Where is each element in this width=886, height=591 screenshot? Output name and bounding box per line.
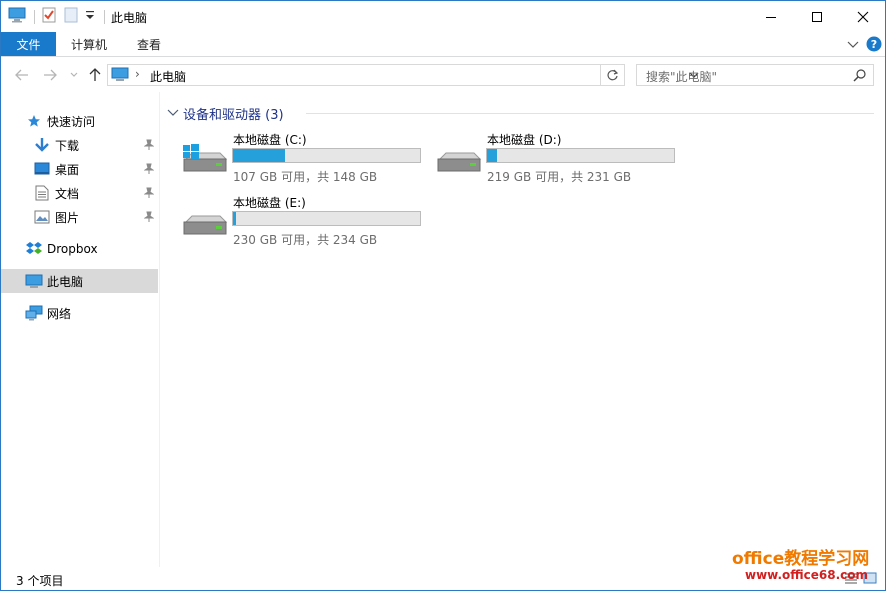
sidebar-item-network[interactable]: 网络	[1, 301, 158, 325]
pin-icon[interactable]	[143, 139, 155, 154]
sidebar-item-label: 快速访问	[47, 114, 96, 129]
drive-c[interactable]: 本地磁盘 (C:) 107 GB 可用，共 148 GB	[182, 131, 432, 187]
up-arrow-icon[interactable]	[86, 66, 104, 84]
group-title: 设备和驱动器 (3)	[183, 107, 284, 123]
drive-d[interactable]: 本地磁盘 (D:) 219 GB 可用，共 231 GB	[436, 131, 686, 187]
ribbon-tabs: 文件 计算机 查看 ?	[1, 32, 885, 57]
new-folder-icon[interactable]	[64, 7, 78, 23]
drive-usage-fill	[233, 149, 285, 162]
watermark-title: office教程学习网	[732, 549, 870, 569]
system-drive-icon	[182, 141, 228, 180]
hard-drive-icon	[182, 204, 228, 243]
pin-icon[interactable]	[143, 187, 155, 202]
sidebar-item-quick-access[interactable]: 快速访问	[1, 109, 158, 133]
tab-view[interactable]: 查看	[137, 32, 161, 56]
pin-icon[interactable]	[143, 163, 155, 178]
explorer-window: 此电脑 文件 计算机 查看 ? › 此电脑 搜索"此电脑" 快速访问 下载 桌面…	[0, 0, 886, 591]
sidebar-item-documents[interactable]: 文档	[1, 181, 158, 205]
svg-text:?: ?	[871, 38, 877, 51]
customize-toolbar-chevron-icon[interactable]	[85, 9, 95, 21]
sidebar-item-label: Dropbox	[47, 242, 98, 256]
tab-computer[interactable]: 计算机	[71, 32, 107, 56]
this-pc-icon	[111, 67, 129, 85]
network-icon	[25, 305, 43, 324]
drive-name: 本地磁盘 (C:)	[233, 133, 307, 147]
search-input[interactable]: 搜索"此电脑"	[636, 64, 874, 86]
drive-usage-bar	[232, 211, 421, 226]
this-pc-app-icon[interactable]	[8, 7, 26, 23]
drive-free-space: 230 GB 可用，共 234 GB	[233, 233, 378, 247]
search-placeholder: 搜索"此电脑"	[646, 70, 718, 84]
navigation-bar: › 此电脑 搜索"此电脑"	[1, 58, 885, 92]
toolbar-divider	[104, 10, 105, 24]
item-count: 3 个项目	[16, 574, 64, 588]
collapse-chevron-icon[interactable]	[167, 108, 179, 118]
drive-free-space: 219 GB 可用，共 231 GB	[487, 170, 632, 184]
drive-usage-bar	[232, 148, 421, 163]
drive-usage-fill	[233, 212, 237, 225]
search-icon[interactable]	[853, 68, 867, 85]
help-icon[interactable]: ?	[866, 36, 882, 55]
drive-name: 本地磁盘 (D:)	[487, 133, 562, 147]
this-pc-icon	[25, 274, 43, 292]
watermark-url: www.office68.com	[745, 568, 869, 582]
drive-e[interactable]: 本地磁盘 (E:) 230 GB 可用，共 234 GB	[182, 194, 432, 250]
minimize-button[interactable]	[748, 1, 794, 32]
sidebar-item-label: 下载	[55, 138, 80, 153]
refresh-button[interactable]	[601, 64, 625, 86]
forward-arrow-icon[interactable]	[41, 66, 59, 84]
drive-name: 本地磁盘 (E:)	[233, 196, 306, 210]
sidebar-item-label: 网络	[47, 306, 72, 321]
breadcrumb-this-pc[interactable]: 此电脑	[150, 68, 186, 85]
properties-icon[interactable]	[41, 7, 57, 23]
sidebar-item-desktop[interactable]: 桌面	[1, 157, 158, 181]
window-title: 此电脑	[111, 11, 148, 25]
drive-free-space: 107 GB 可用，共 148 GB	[233, 170, 378, 184]
breadcrumb-chevron-icon[interactable]: ›	[135, 67, 140, 81]
sidebar-item-downloads[interactable]: 下载	[1, 133, 158, 157]
star-icon	[27, 114, 41, 131]
sidebar-item-label: 桌面	[55, 162, 80, 177]
desktop-icon	[34, 162, 50, 179]
tab-file[interactable]: 文件	[1, 32, 56, 56]
group-divider	[306, 113, 874, 114]
expand-ribbon-chevron-icon[interactable]	[847, 39, 859, 53]
back-arrow-icon[interactable]	[13, 66, 31, 84]
recent-locations-chevron-icon[interactable]	[65, 66, 83, 84]
refresh-icon	[607, 69, 619, 80]
group-header-devices[interactable]: 设备和驱动器 (3)	[167, 103, 284, 123]
download-arrow-icon	[34, 137, 50, 156]
toolbar-divider	[34, 10, 35, 24]
close-button[interactable]	[840, 1, 886, 32]
address-bar[interactable]: › 此电脑	[107, 64, 699, 86]
sidebar-item-pictures[interactable]: 图片	[1, 205, 158, 229]
maximize-button[interactable]	[794, 1, 840, 32]
sidebar-item-this-pc[interactable]: 此电脑	[1, 269, 158, 293]
hard-drive-icon	[436, 141, 482, 180]
title-bar: 此电脑	[1, 1, 885, 32]
sidebar-item-label: 此电脑	[47, 274, 84, 289]
sidebar-item-label: 图片	[55, 210, 80, 225]
sidebar-item-dropbox[interactable]: Dropbox	[1, 237, 158, 261]
drive-usage-fill	[487, 149, 497, 162]
dropbox-icon	[26, 241, 42, 260]
picture-icon	[34, 210, 50, 227]
drive-usage-bar	[486, 148, 675, 163]
sidebar-item-label: 文档	[55, 186, 80, 201]
document-icon	[35, 185, 49, 204]
pin-icon[interactable]	[143, 211, 155, 226]
navigation-pane: 快速访问 下载 桌面 文档 图片 Dropbox 此电脑 网络	[1, 92, 160, 567]
